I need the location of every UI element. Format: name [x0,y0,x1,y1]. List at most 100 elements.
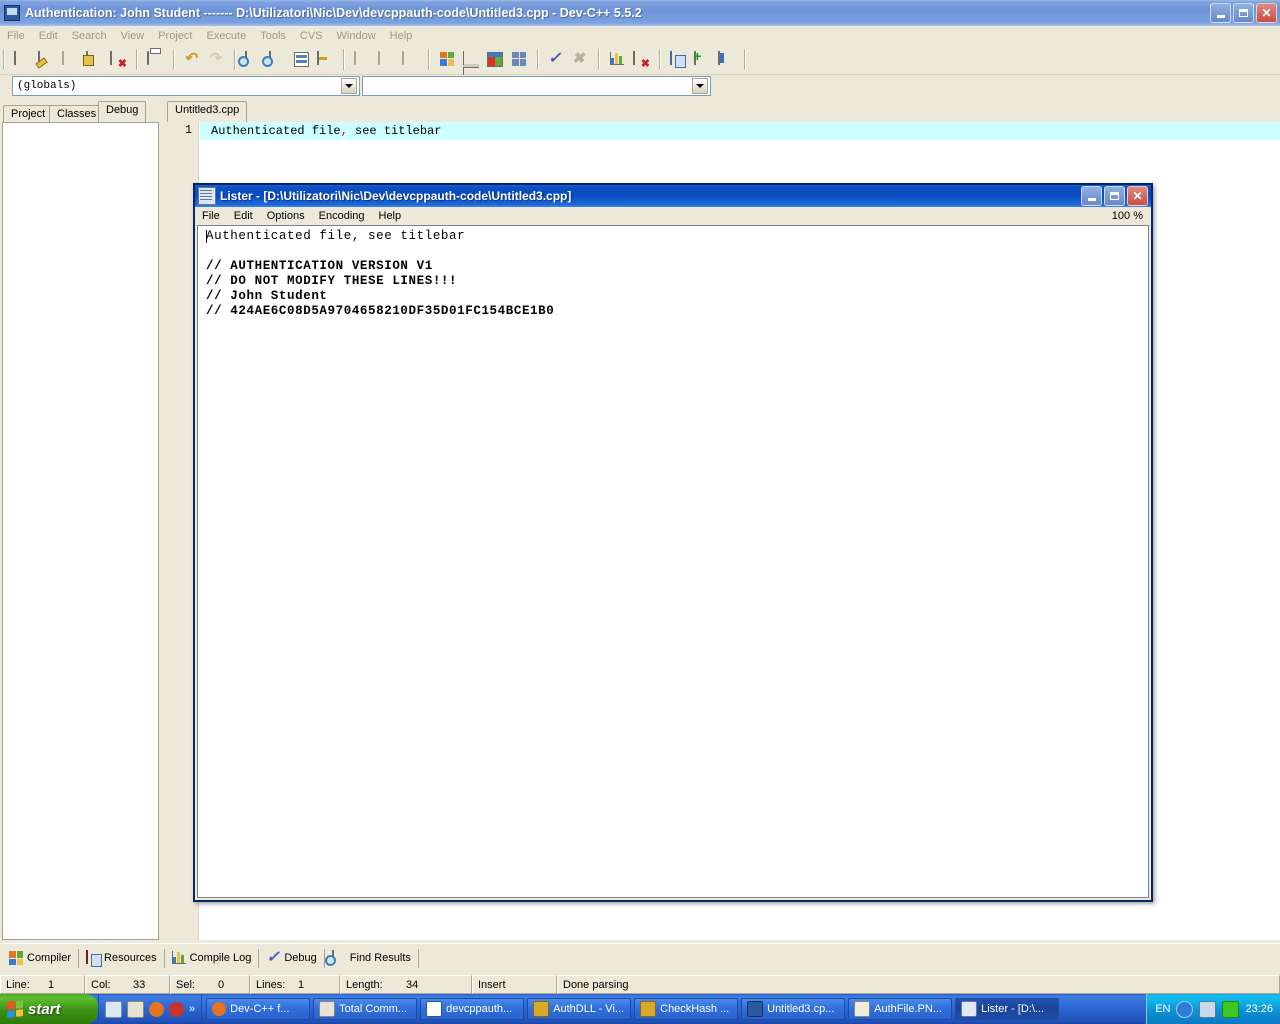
find-next-button[interactable] [266,49,288,71]
menu-item-file[interactable]: File [0,28,32,44]
bottom-tab-find-results[interactable]: Find Results [325,948,419,968]
bottom-tab-compiler[interactable]: Compiler [2,948,80,968]
minimize-button[interactable] [1210,3,1231,23]
lister-zoom-level: 100 % [1111,210,1143,222]
menu-item-tools[interactable]: Tools [253,28,293,44]
profile-analysis-button[interactable] [606,49,628,71]
taskbar-item-active[interactable]: Lister - [D:\... [955,998,1060,1020]
lister-menu-help[interactable]: Help [372,209,409,223]
sidebar-tab-project[interactable]: Project [3,105,54,123]
volume-icon[interactable] [1176,1000,1194,1018]
scope-combo[interactable]: (globals) [12,76,360,96]
open-file-button[interactable] [35,49,57,71]
bottom-tab-label: Resources [104,952,157,964]
tile-windows-button[interactable] [508,49,530,71]
new-project-button[interactable] [436,49,458,71]
lister-content[interactable]: Authenticated file, see titlebar // AUTH… [197,225,1149,898]
lister-close-button[interactable]: ✕ [1127,186,1148,206]
clock[interactable]: 23:26 [1245,1003,1273,1015]
lister-minimize-button[interactable] [1081,186,1102,206]
new-file-button[interactable] [11,49,33,71]
menu-item-project[interactable]: Project [151,28,199,44]
toolbar-separator [343,49,344,70]
lister-line: // AUTHENTICATION VERSION V1 [206,259,433,273]
opera-icon[interactable] [169,1001,184,1017]
lister-titlebar[interactable]: Lister - [D:\Utilizatori\Nic\Dev\devcppa… [195,185,1151,207]
lister-menu-edit[interactable]: Edit [227,209,260,223]
network-icon[interactable] [1199,1000,1217,1018]
menu-item-edit[interactable]: Edit [32,28,65,44]
tabs-row: Project Classes Debug Untitled3.cpp [0,100,1280,123]
quick-launch-overflow-icon[interactable]: » [189,1003,195,1015]
back-button[interactable] [351,49,373,71]
menu-item-cvs[interactable]: CVS [293,28,330,44]
menu-item-help[interactable]: Help [383,28,420,44]
firewall-icon[interactable] [1222,1000,1240,1018]
compile-button[interactable]: ✓ [545,49,567,71]
toolbar-group-project [432,49,534,81]
language-indicator[interactable]: EN [1155,1003,1170,1015]
start-button[interactable]: start [0,994,98,1024]
save-file-button[interactable] [59,49,81,71]
menu-item-view[interactable]: View [114,28,152,44]
bottom-tab-resources[interactable]: Resources [79,948,165,968]
taskbar-item[interactable]: Dev-C++ f... [206,998,311,1020]
status-lines: Lines: 1 [250,975,340,994]
toggle-bookmark-button[interactable] [715,49,737,71]
insert-button[interactable] [691,49,713,71]
symbol-combo[interactable] [362,76,711,96]
bottom-panel-tabs: Compiler Resources Compile Log ✓ Debug F… [0,943,1280,972]
taskbar-item[interactable]: AuthDLL - Vi... [527,998,632,1020]
menu-item-search[interactable]: Search [65,28,114,44]
taskbar-item[interactable]: Untitled3.cp... [741,998,846,1020]
main-window-titlebar[interactable]: Authentication: John Student ------- D:\… [0,0,1280,26]
project-options-button[interactable] [460,49,482,81]
stop-execution-button[interactable]: ✖ [569,49,591,71]
goto-line-button[interactable] [314,49,336,71]
save-all-button[interactable] [83,49,105,71]
taskbar-item[interactable]: devcppauth... [420,998,525,1020]
environment-options-button[interactable] [484,49,506,71]
menu-item-execute[interactable]: Execute [199,28,253,44]
taskbar-item-label: CheckHash ... [660,1003,730,1015]
lister-menu-options[interactable]: Options [260,209,312,223]
sidebar-tab-classes[interactable]: Classes [49,105,105,123]
bottom-tab-debug[interactable]: ✓ Debug [259,948,325,968]
forward-button[interactable] [375,49,397,71]
firefox-icon[interactable] [149,1001,164,1017]
close-button[interactable]: ✕ [1256,3,1277,23]
windows-flag-icon [7,1000,23,1018]
start-button-label: start [28,1000,61,1018]
lister-maximize-button[interactable] [1104,186,1125,206]
taskbar-item[interactable]: Total Comm... [313,998,418,1020]
lister-window[interactable]: Lister - [D:\Utilizatori\Nic\Dev\devcppa… [193,183,1153,902]
add-to-project-button[interactable] [667,49,689,71]
editor-text-punct: , [340,124,348,138]
redo-button[interactable]: ↷ [205,49,227,71]
chevron-down-icon[interactable] [341,78,357,94]
sidebar-tab-debug[interactable]: Debug [98,101,147,122]
menu-item-window[interactable]: Window [330,28,383,44]
chevron-down-icon[interactable] [692,78,708,94]
delete-profile-button[interactable]: ✖ [630,49,652,71]
undo-button[interactable]: ↶ [181,49,203,71]
editor-tab-untitled3[interactable]: Untitled3.cpp [167,101,248,122]
media-player-icon[interactable] [127,1000,144,1018]
replace-button[interactable] [290,49,312,71]
taskbar-item[interactable]: AuthFile.PN... [848,998,953,1020]
line-number: 1 [185,124,192,137]
close-file-button[interactable]: ✖ [107,49,129,71]
find-button[interactable] [242,49,264,71]
sidebar-panel[interactable] [2,122,159,940]
restore-button[interactable] [1233,3,1254,23]
lister-icon [961,1001,978,1017]
taskbar-item[interactable]: CheckHash ... [634,998,739,1020]
toolbar-separator [537,49,538,70]
lister-menu-file[interactable]: File [195,209,227,223]
print-button[interactable] [144,49,166,71]
lister-line: // DO NOT MODIFY THESE LINES!!! [206,274,458,288]
lister-menu-encoding[interactable]: Encoding [312,209,372,223]
show-desktop-icon[interactable] [105,1000,122,1018]
bottom-tab-compile-log[interactable]: Compile Log [165,948,260,968]
toggle-button[interactable] [399,49,421,71]
